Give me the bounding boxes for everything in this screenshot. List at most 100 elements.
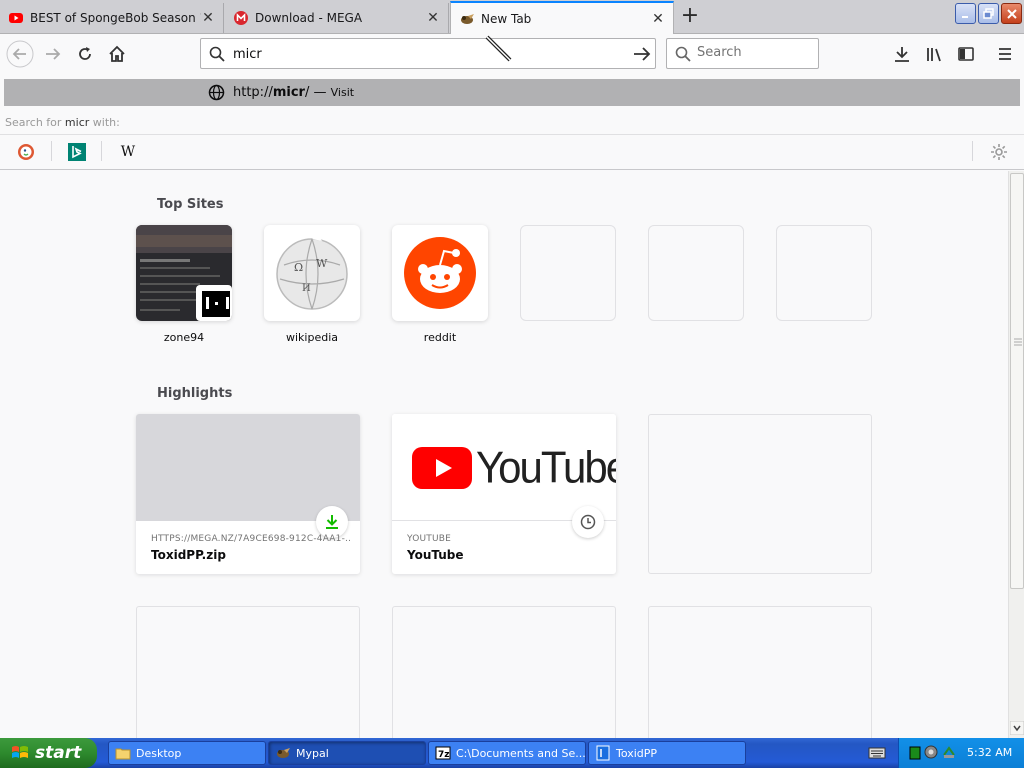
search-bar[interactable] (666, 38, 819, 69)
engine-duckduckgo[interactable] (15, 141, 37, 163)
restore-button[interactable] (978, 3, 999, 24)
close-tab-icon[interactable]: ✕ (201, 10, 215, 26)
visit-url-suffix: / (304, 85, 310, 100)
engine-wikipedia[interactable]: W (117, 141, 139, 163)
new-tab-page: Top Sites zone94 Ω W И wikipedia reddit … (0, 171, 1008, 738)
youtube-logo-icon (412, 447, 472, 489)
highlight-placeholder (392, 606, 616, 738)
forward-button[interactable] (39, 40, 67, 68)
home-button[interactable] (103, 40, 131, 68)
restore-icon (982, 7, 994, 19)
mypal-icon (461, 13, 474, 24)
new-tab-button[interactable]: + (676, 5, 704, 29)
top-site-label: zone94 (163, 331, 205, 344)
start-button[interactable]: start (0, 738, 97, 768)
gear-icon (991, 144, 1007, 160)
reddit-icon (404, 237, 476, 309)
top-site-empty[interactable] (648, 225, 744, 321)
sidebar-icon (958, 47, 974, 61)
top-site-label: wikipedia (285, 331, 338, 344)
task-label: Mypal (296, 746, 329, 760)
vertical-scrollbar[interactable] (1008, 171, 1024, 738)
search-for-prefix: Search for (5, 116, 62, 129)
taskbar-item-toxidpp[interactable]: ToxidPP (588, 741, 746, 765)
globe-icon (208, 84, 225, 101)
top-sites-heading: Top Sites (157, 197, 224, 212)
duckduckgo-icon (18, 144, 34, 160)
start-label: start (35, 743, 82, 763)
tab-spongebob[interactable]: BEST of SpongeBob Season 10! (P ✕ (0, 3, 224, 33)
clock[interactable]: 5:32 AM (967, 746, 1012, 759)
safely-remove-icon[interactable] (942, 745, 956, 759)
engine-bing[interactable] (66, 141, 88, 163)
visit-suggestion-row[interactable]: http://micr/ — Visit (4, 79, 1020, 106)
sidebar-button[interactable] (952, 40, 980, 68)
svg-text:W: W (316, 257, 328, 270)
youtube-icon (9, 13, 23, 23)
taskbar-item-desktop[interactable]: Desktop (108, 741, 266, 765)
back-arrow-icon (6, 40, 34, 68)
highlight-title: ToxidPP.zip (151, 548, 226, 562)
application-icon (596, 745, 610, 761)
highlight-card-mega[interactable]: HTTPS://MEGA.NZ/7A9CE698-912C-4AA1-... T… (136, 414, 360, 574)
highlights-heading: Highlights (157, 386, 233, 401)
top-site-empty[interactable] (520, 225, 616, 321)
mega-icon (234, 11, 248, 25)
close-tab-icon[interactable]: ✕ (426, 10, 440, 26)
top-site-thumbnail: Ω W И (264, 225, 360, 321)
tab-strip: BEST of SpongeBob Season 10! (P ✕ Downlo… (0, 0, 1024, 34)
close-tab-icon[interactable]: ✕ (651, 11, 665, 27)
menu-button[interactable] (991, 40, 1019, 68)
visit-label: Visit (330, 86, 355, 99)
tab-title: BEST of SpongeBob Season 10! (P (30, 11, 201, 25)
close-window-button[interactable] (1001, 3, 1022, 24)
windows-taskbar: start Desktop Mypal 7z C:\Documents and … (0, 738, 1024, 768)
top-site-zone94[interactable]: zone94 (136, 225, 232, 344)
reload-button[interactable] (71, 40, 99, 68)
scrollbar-thumb[interactable] (1010, 173, 1024, 589)
hamburger-menu-icon (999, 48, 1011, 60)
taskbar-item-mypal[interactable]: Mypal (268, 741, 426, 765)
svg-text:И: И (302, 283, 311, 294)
engine-separator (51, 141, 52, 161)
battery-icon[interactable] (909, 746, 921, 760)
top-site-reddit[interactable]: reddit (392, 225, 488, 344)
clock-icon (580, 514, 596, 530)
taskbar-item-7zip[interactable]: 7z C:\Documents and Se... (428, 741, 586, 765)
top-site-wikipedia[interactable]: Ω W И wikipedia (264, 225, 360, 344)
search-input[interactable] (697, 45, 807, 60)
task-label: ToxidPP (616, 746, 658, 760)
top-site-empty[interactable] (776, 225, 872, 321)
url-bar[interactable] (200, 38, 656, 69)
visit-url-prefix: http:// (233, 85, 273, 100)
back-button[interactable] (6, 40, 34, 68)
search-settings-button[interactable] (988, 141, 1010, 163)
library-icon (927, 48, 941, 62)
top-site-placeholder (520, 225, 616, 321)
network-icon[interactable] (924, 745, 938, 759)
library-button[interactable] (920, 40, 948, 68)
folder-icon (115, 748, 131, 760)
keyboard-icon[interactable] (868, 745, 886, 761)
wikipedia-icon: W (120, 144, 136, 160)
url-input[interactable] (233, 45, 613, 63)
downloads-button[interactable] (888, 40, 916, 68)
highlight-card-youtube[interactable]: YouTube YOUTUBE YouTube (392, 414, 616, 574)
top-site-thumbnail (392, 225, 488, 321)
scroll-down-arrow-icon[interactable] (1010, 721, 1024, 735)
url-autocomplete-popup: http://micr/ — Visit Search for micr wit… (0, 74, 1024, 170)
top-site-placeholder (776, 225, 872, 321)
tab-mega[interactable]: Download - MEGA ✕ (225, 3, 449, 33)
zone94-screenshot-icon (136, 225, 232, 321)
minimize-button[interactable] (955, 3, 976, 24)
search-for-suffix: with: (92, 116, 120, 129)
highlight-preview: YouTube (392, 414, 616, 521)
go-arrow-icon[interactable] (633, 46, 651, 62)
search-for-term: micr (64, 116, 90, 129)
home-icon (109, 45, 125, 62)
highlight-url: YOUTUBE (407, 534, 452, 544)
highlight-placeholder (648, 606, 872, 738)
top-site-placeholder (648, 225, 744, 321)
svg-text:Ω: Ω (294, 261, 303, 274)
tab-new-tab[interactable]: New Tab ✕ (450, 1, 674, 34)
